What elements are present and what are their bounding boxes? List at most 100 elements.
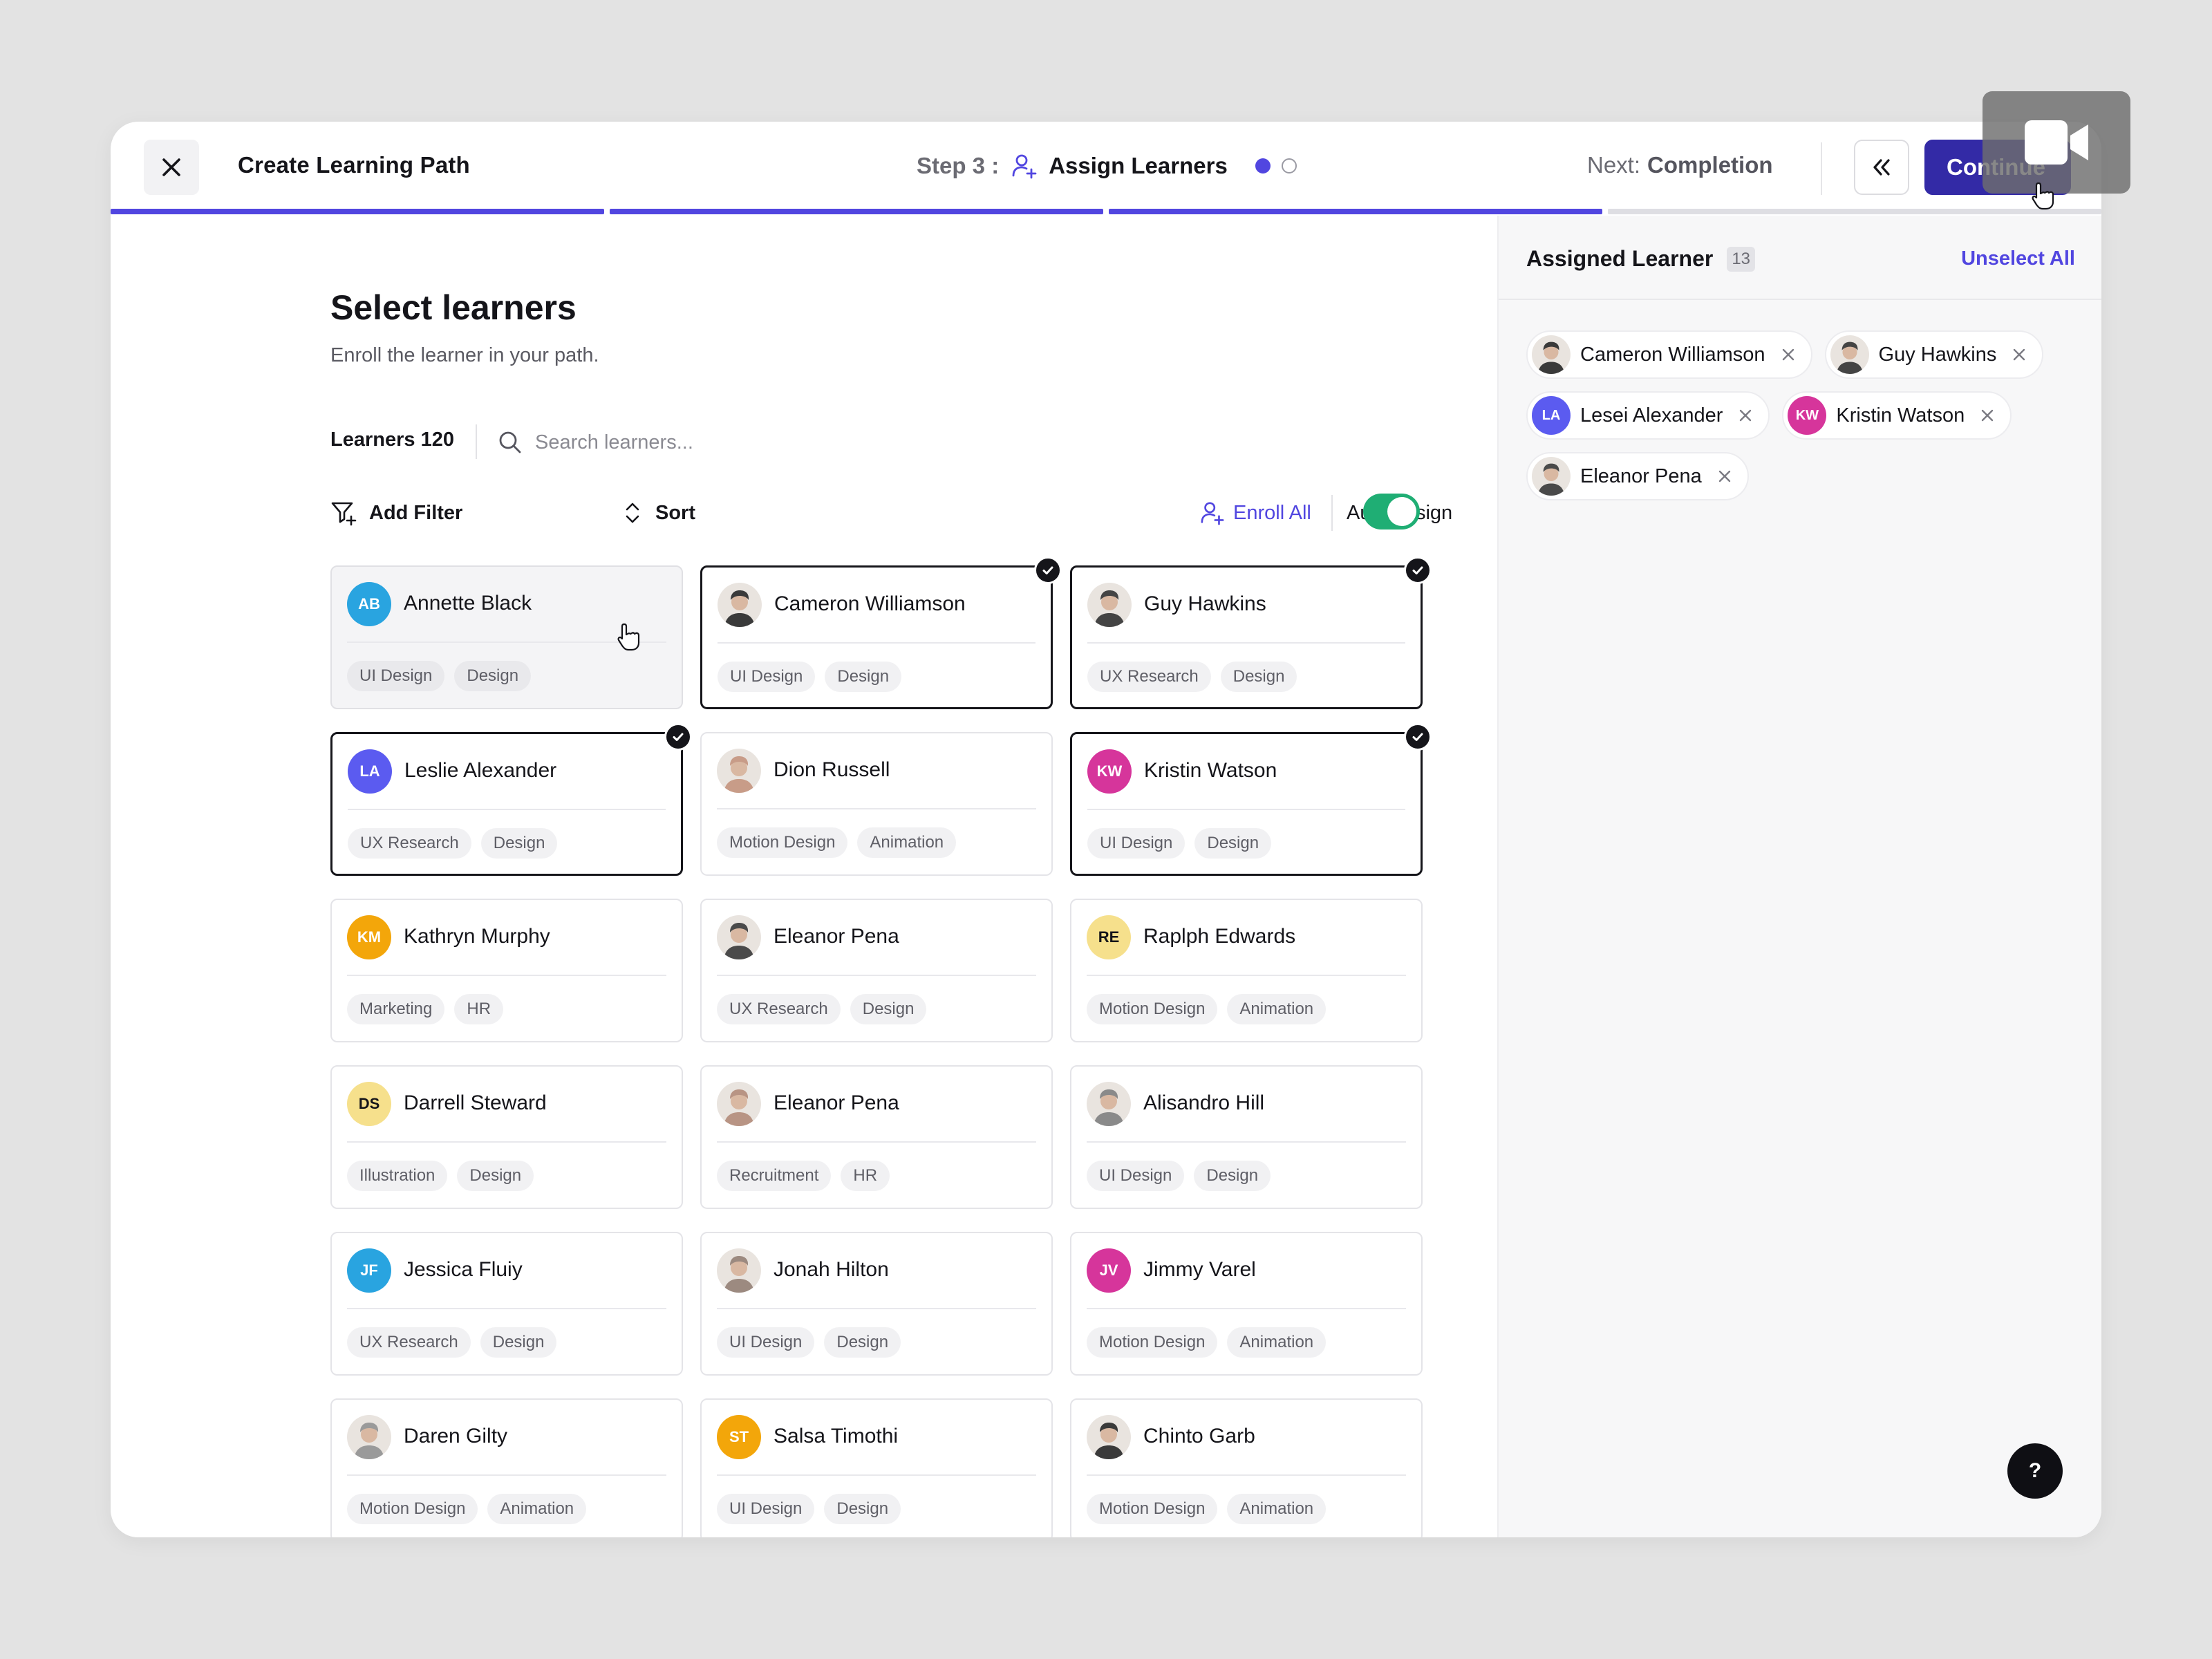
avatar: LA xyxy=(1532,396,1571,435)
section-subtitle: Enroll the learner in your path. xyxy=(330,344,599,366)
remove-chip-button[interactable] xyxy=(1738,408,1753,423)
card-divider xyxy=(347,975,666,976)
learner-name: Eleanor Pena xyxy=(774,925,899,948)
tag-list: Motion Design Animation xyxy=(347,1494,596,1524)
close-icon xyxy=(1982,409,1994,422)
skill-tag: Design xyxy=(457,1161,534,1191)
skill-tag: Design xyxy=(1194,1161,1271,1191)
learner-name: Alisandro Hill xyxy=(1143,1091,1265,1114)
learner-card[interactable]: Jonah Hilton UI Design Design xyxy=(700,1232,1053,1376)
skill-tag: Motion Design xyxy=(1087,1327,1218,1358)
learner-name: Guy Hawkins xyxy=(1144,592,1266,615)
avatar-initials: KM xyxy=(357,928,382,946)
remove-chip-button[interactable] xyxy=(1781,347,1796,362)
avatar: KW xyxy=(1087,749,1132,794)
tag-list: UI Design Design xyxy=(347,661,541,691)
learner-name: Kristin Watson xyxy=(1144,759,1277,782)
auto-assign-toggle[interactable] xyxy=(1363,494,1420,529)
unselect-all-link[interactable]: Unselect All xyxy=(1961,247,2075,270)
step-dot-inactive xyxy=(1281,158,1297,174)
avatar xyxy=(1087,583,1132,627)
avatar-initials: DS xyxy=(358,1095,380,1112)
learner-card[interactable]: Guy Hawkins UX Research Design xyxy=(1070,556,1432,709)
assigned-chip: LA Lesei Alexander xyxy=(1526,391,1770,440)
skill-tag: Design xyxy=(825,662,902,692)
learner-card[interactable]: JF Jessica Fluiy UX Research Design xyxy=(330,1232,683,1376)
avatar: DS xyxy=(347,1082,391,1126)
learner-name: Eleanor Pena xyxy=(774,1091,899,1114)
learner-name: Daren Gilty xyxy=(404,1425,508,1447)
skill-tag: Motion Design xyxy=(347,1494,478,1524)
skill-tag: Design xyxy=(1194,828,1272,859)
skill-tag: Design xyxy=(454,661,532,691)
learner-card[interactable]: Dion Russell Motion Design Animation xyxy=(700,732,1053,876)
section-title: Select learners xyxy=(330,288,577,327)
avatar: RE xyxy=(1087,915,1131,959)
learner-card[interactable]: Alisandro Hill UI Design Design xyxy=(1070,1065,1423,1209)
back-button[interactable] xyxy=(1854,140,1909,195)
card-divider xyxy=(347,1308,666,1309)
remove-chip-button[interactable] xyxy=(1717,469,1732,484)
avatar xyxy=(718,583,762,627)
avatar: KM xyxy=(347,915,391,959)
sort-button[interactable]: Sort xyxy=(622,492,695,534)
search-input[interactable] xyxy=(535,431,825,454)
skill-tag: Design xyxy=(480,1327,557,1358)
skill-tag: UX Research xyxy=(348,828,471,859)
learner-card[interactable]: Eleanor Pena Recruitment HR xyxy=(700,1065,1053,1209)
skill-tag: Animation xyxy=(857,827,957,858)
close-button[interactable] xyxy=(144,140,199,195)
learner-card[interactable]: DS Darrell Steward Illustration Design xyxy=(330,1065,683,1209)
learner-card[interactable]: KM Kathryn Murphy Marketing HR xyxy=(330,899,683,1042)
enroll-all-button[interactable]: Enroll All xyxy=(1200,494,1311,532)
auto-assign-divider xyxy=(1331,495,1333,531)
skill-tag: UI Design xyxy=(1087,828,1185,859)
learner-card[interactable]: JV Jimmy Varel Motion Design Animation xyxy=(1070,1232,1423,1376)
check-icon xyxy=(673,733,684,741)
skill-tag: Motion Design xyxy=(1087,994,1218,1024)
skill-tag: Animation xyxy=(487,1494,587,1524)
assigned-name: Kristin Watson xyxy=(1836,404,1965,427)
double-chevron-left-icon xyxy=(1873,159,1890,176)
tag-list: UI Design Design xyxy=(1087,1161,1280,1191)
learners-label: Learners xyxy=(330,429,415,451)
card-divider xyxy=(347,1141,666,1143)
assigned-name: Cameron Williamson xyxy=(1580,343,1765,366)
avatar xyxy=(717,1248,761,1293)
remove-chip-button[interactable] xyxy=(2012,347,2027,362)
learner-card[interactable]: Eleanor Pena UX Research Design xyxy=(700,899,1053,1042)
learner-card[interactable]: ST Salsa Timothi UI Design Design xyxy=(700,1398,1053,1537)
remove-chip-button[interactable] xyxy=(1980,408,1995,423)
avatar: ST xyxy=(717,1415,761,1459)
learner-card[interactable]: LA Leslie Alexander UX Research Design xyxy=(330,723,692,876)
learner-card[interactable]: KW Kristin Watson UI Design Design xyxy=(1070,723,1432,876)
tag-list: UI Design Design xyxy=(1087,828,1281,859)
assigned-name: Guy Hawkins xyxy=(1878,343,1997,366)
learner-name: Chinto Garb xyxy=(1143,1425,1255,1447)
avatar-initials: LA xyxy=(1541,407,1561,423)
learner-name: Kathryn Murphy xyxy=(404,925,550,948)
avatar-initials: AB xyxy=(358,595,380,612)
add-filter-button[interactable]: Add Filter xyxy=(330,492,462,534)
card-divider xyxy=(717,1308,1036,1309)
step-name: Assign Learners xyxy=(1049,153,1228,178)
next-label: Next: xyxy=(1587,152,1641,178)
learner-card[interactable]: Daren Gilty Motion Design Animation xyxy=(330,1398,683,1537)
skill-tag: Motion Design xyxy=(717,827,848,858)
tag-list: UI Design Design xyxy=(717,1494,910,1524)
avatar: KW xyxy=(1788,396,1827,435)
avatar: JV xyxy=(1087,1248,1131,1293)
skill-tag: Motion Design xyxy=(1087,1494,1218,1524)
selected-check-badge xyxy=(664,723,692,751)
skill-tag: UI Design xyxy=(718,662,816,692)
learner-card[interactable]: RE Raplph Edwards Motion Design Animation xyxy=(1070,899,1423,1042)
learner-card[interactable]: Cameron Williamson UI Design Design xyxy=(700,556,1062,709)
learner-name: Leslie Alexander xyxy=(404,759,557,782)
assigned-chip: KW Kristin Watson xyxy=(1782,391,2012,440)
skill-tag: Design xyxy=(850,994,927,1024)
learner-card[interactable]: Chinto Garb Motion Design Animation xyxy=(1070,1398,1423,1537)
card-divider xyxy=(1087,642,1405,644)
help-button[interactable]: ? xyxy=(2007,1443,2063,1499)
avatar xyxy=(1532,335,1571,374)
assigned-name: Eleanor Pena xyxy=(1580,465,1702,487)
